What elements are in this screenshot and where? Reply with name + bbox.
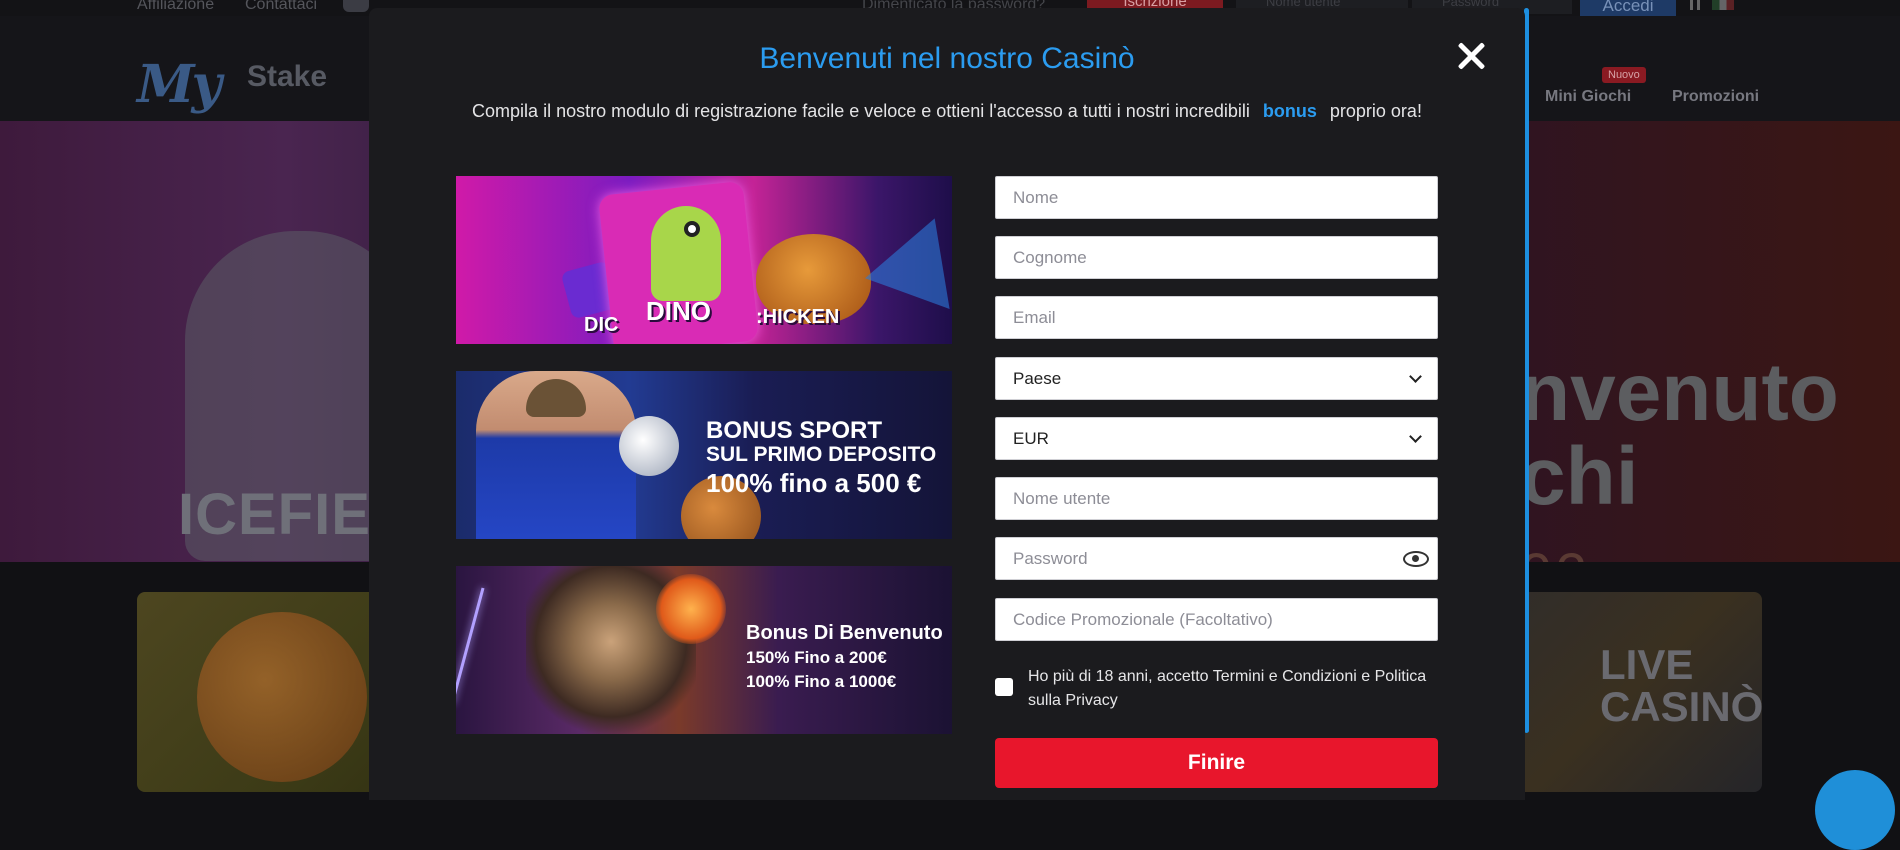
- bonus-sport-banner[interactable]: BONUS SPORT SUL PRIMO DEPOSITO 100% fino…: [456, 371, 952, 539]
- nav-mini-giochi[interactable]: Mini Giochi: [1545, 88, 1631, 106]
- live-casino-label: LIVE CASINÒ: [1600, 641, 1764, 730]
- banner2-line2: SUL PRIMO DEPOSITO: [706, 443, 937, 466]
- pause-icon[interactable]: [1690, 0, 1700, 10]
- modal-subtitle: Compila il nostro modulo di registrazion…: [369, 101, 1525, 122]
- nome-input[interactable]: [995, 176, 1438, 219]
- modal-title: Benvenuti nel nostro Casinò: [759, 42, 1135, 75]
- banner3-line3: 100% Fino a 1000€: [746, 672, 897, 691]
- discord-icon[interactable]: [343, 0, 369, 12]
- basketball-image: [197, 612, 367, 782]
- password-input[interactable]: [995, 537, 1438, 580]
- valuta-select-value: EUR: [1013, 428, 1049, 448]
- paese-select[interactable]: Paese: [995, 357, 1438, 400]
- contattaci-link[interactable]: Contattaci: [245, 0, 317, 14]
- chat-support-button[interactable]: [1815, 770, 1895, 850]
- valuta-select[interactable]: EUR: [995, 417, 1438, 460]
- mystake-logo[interactable]: My Stake: [137, 54, 327, 115]
- italy-flag-icon[interactable]: [1712, 0, 1734, 10]
- paese-select-value: Paese: [1013, 368, 1062, 388]
- email-input[interactable]: [995, 296, 1438, 339]
- dino-eye: [684, 221, 700, 237]
- bonus-benvenuto-banner[interactable]: Bonus Di Benvenuto 150% Fino a 200€ 100%…: [456, 566, 952, 734]
- nav-promozioni[interactable]: Promozioni: [1672, 88, 1759, 106]
- affiliazione-link[interactable]: Affiliazione: [137, 0, 214, 14]
- bonus-link[interactable]: bonus: [1263, 101, 1317, 121]
- hero-title: nvenuto chi: [1520, 351, 1839, 519]
- eye-icon[interactable]: [1403, 551, 1429, 567]
- banner1-chicken: :HICKEN: [756, 306, 840, 328]
- banner3-line1: Bonus Di Benvenuto: [746, 622, 943, 644]
- hero-title-line1: nvenuto: [1520, 347, 1839, 438]
- hero-title-line2: chi: [1520, 431, 1639, 522]
- chevron-down-icon: [1409, 429, 1422, 443]
- nuovo-badge: Nuovo: [1602, 67, 1646, 83]
- banner2-line3: 100% fino a 500 €: [706, 468, 922, 498]
- codice-promozionale-input[interactable]: [995, 598, 1438, 641]
- banner2-line1: BONUS SPORT: [706, 417, 883, 444]
- finire-button[interactable]: Finire: [995, 738, 1438, 788]
- subtitle-text-before: Compila il nostro modulo di registrazion…: [472, 101, 1250, 121]
- registration-modal: Benvenuti nel nostro Casinò Compila il n…: [369, 8, 1525, 800]
- banner1-dic: DIC: [584, 314, 619, 336]
- chevron-down-icon: [1409, 369, 1422, 383]
- dino-image: [651, 206, 721, 301]
- torch-image: [656, 574, 726, 644]
- banner1-dino: DINO: [646, 296, 711, 326]
- dino-chicken-banner[interactable]: DIC DINO :HICKEN: [456, 176, 952, 344]
- cognome-input[interactable]: [995, 236, 1438, 279]
- logo-stake-text: Stake: [247, 60, 328, 93]
- banner3-line2: 150% Fino a 200€: [746, 648, 887, 667]
- terms-checkbox[interactable]: [995, 678, 1013, 696]
- lightning-image: [456, 587, 485, 705]
- subtitle-text-after: proprio ora!: [1329, 101, 1422, 121]
- close-icon[interactable]: [1455, 40, 1487, 72]
- nome-utente-input[interactable]: [995, 477, 1438, 520]
- logo-my-text: My: [137, 54, 222, 115]
- neon-triangle: [865, 203, 952, 309]
- soccer-ball-image: [619, 416, 679, 476]
- terms-label: Ho più di 18 anni, accetto Termini e Con…: [1028, 668, 1427, 709]
